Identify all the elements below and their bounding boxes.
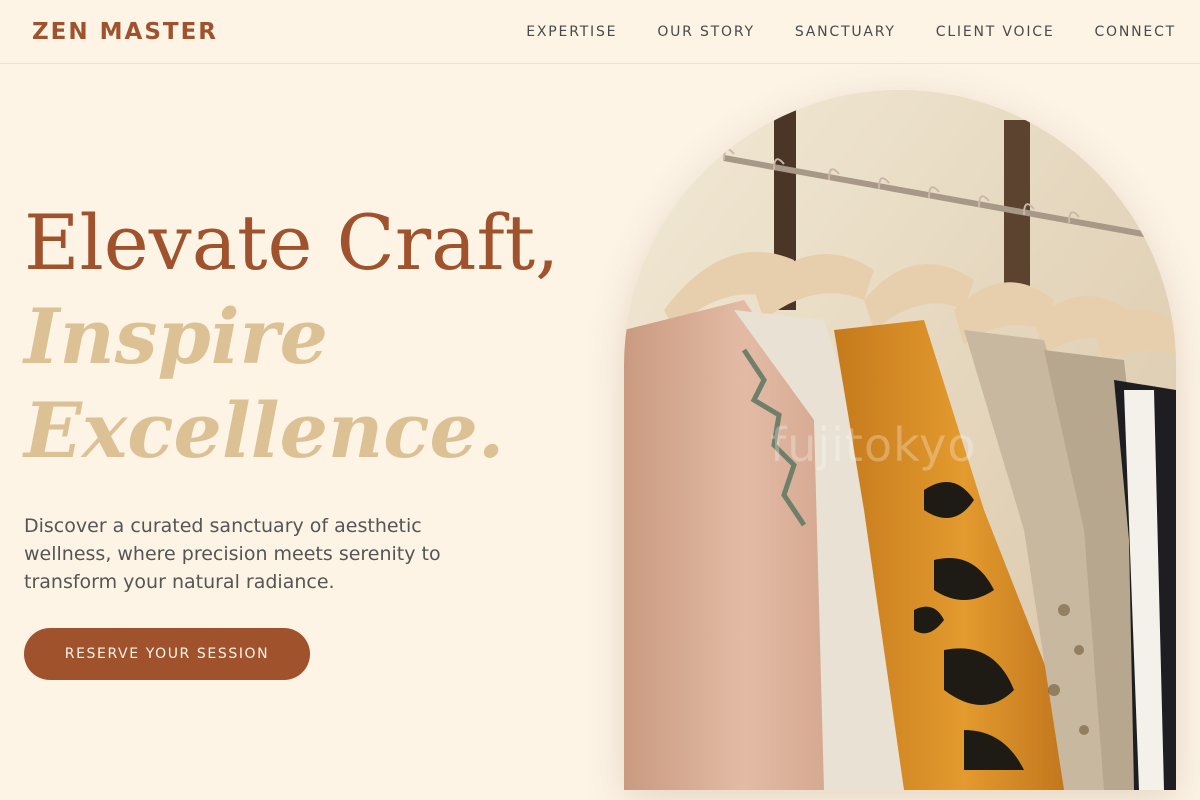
image-watermark: fujitokyo — [770, 418, 977, 472]
hero-title: Elevate Craft, Inspire Excellence. — [24, 196, 584, 478]
hero-title-line-2: Inspire — [24, 292, 328, 381]
top-navigation-bar: ZEN MASTER EXPERTISE OUR STORY SANCTUARY… — [0, 0, 1200, 64]
nav-link-sanctuary[interactable]: SANCTUARY — [795, 24, 896, 40]
hero-description: Discover a curated sanctuary of aestheti… — [24, 515, 441, 593]
brand-logo[interactable]: ZEN MASTER — [32, 19, 218, 45]
nav-link-client-voice[interactable]: CLIENT VOICE — [936, 24, 1055, 40]
nav-link-connect[interactable]: CONNECT — [1094, 24, 1176, 40]
reserve-session-button[interactable]: RESERVE YOUR SESSION — [24, 628, 310, 680]
main-nav: EXPERTISE OUR STORY SANCTUARY CLIENT VOI… — [526, 24, 1176, 40]
nav-link-our-story[interactable]: OUR STORY — [657, 24, 755, 40]
hero-title-line-1: Elevate Craft, — [24, 198, 560, 287]
nav-link-expertise[interactable]: EXPERTISE — [526, 24, 617, 40]
hero-title-line-3: Excellence. — [24, 386, 505, 475]
